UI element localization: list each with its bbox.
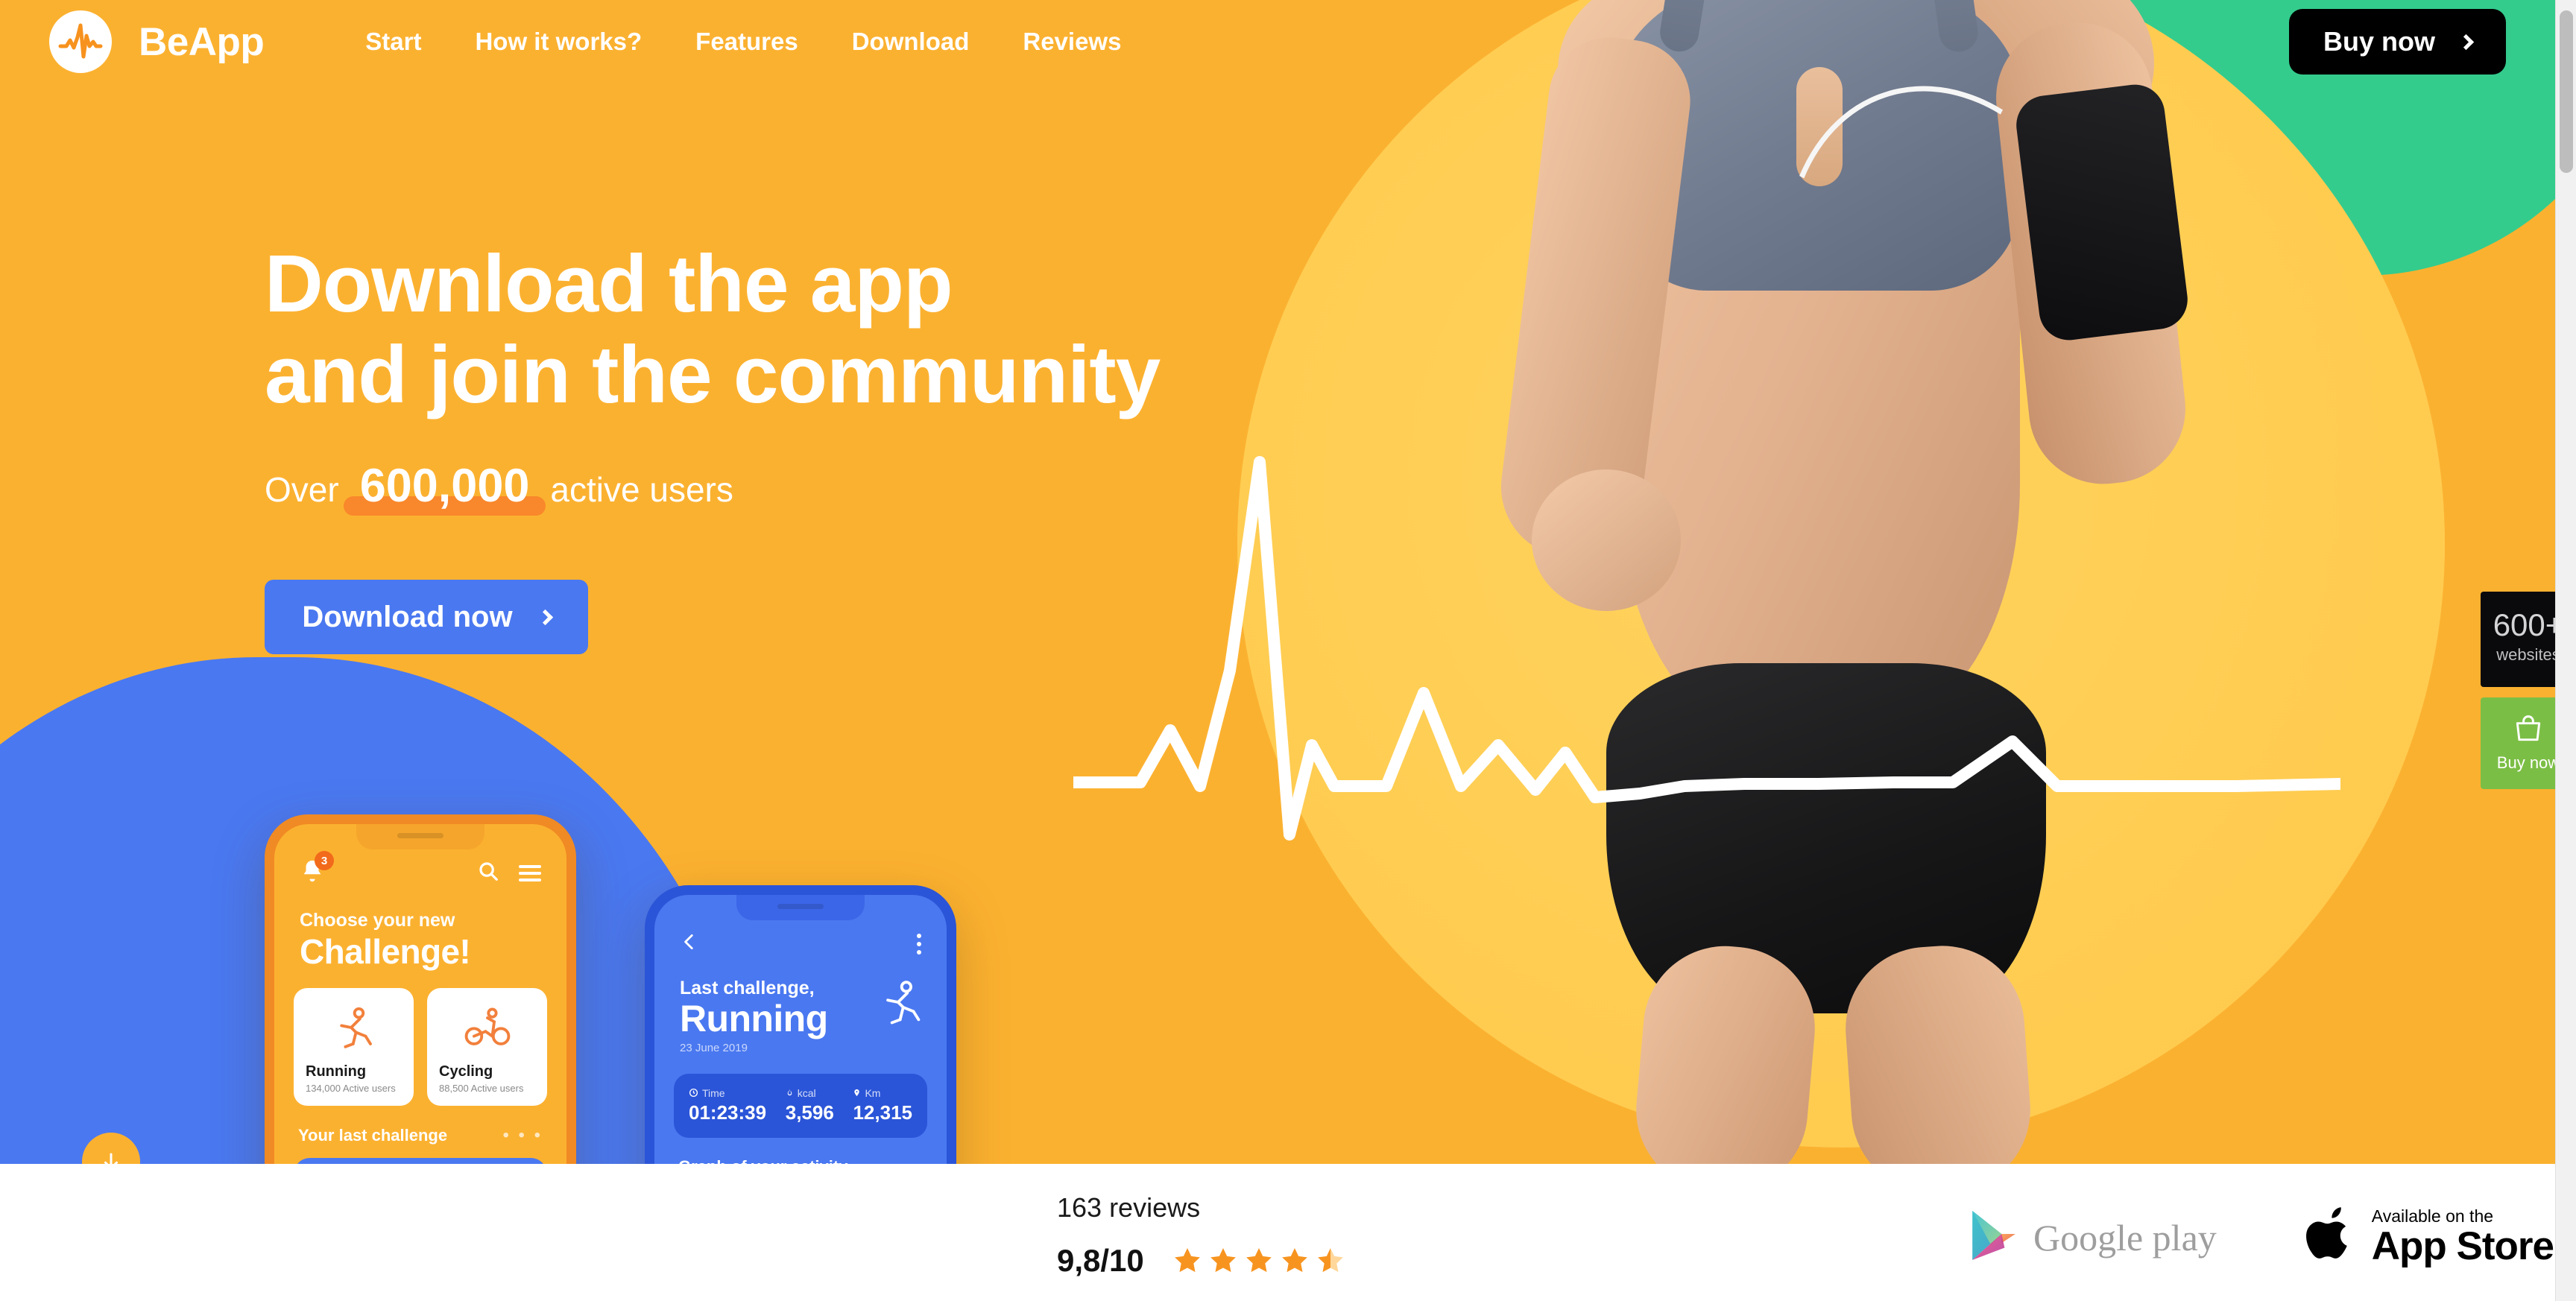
card-users: 134,000 Active users [306, 1083, 396, 1094]
blue-stat-kcal: kcal 3,596 [785, 1086, 834, 1124]
last-challenge-heading: Your last challenge [298, 1126, 448, 1145]
heartbeat-ecg-line [1073, 456, 2340, 841]
challenge-card-running[interactable]: Running 134,000 Active users [294, 988, 414, 1106]
blue-title-large: Running [680, 998, 828, 1039]
hero-sub-suffix: active users [550, 470, 733, 510]
star-icon [1210, 1248, 1236, 1273]
card-name: Cycling [439, 1063, 493, 1080]
reviews-summary: 163 reviews 9,8/10 [1057, 1192, 1345, 1279]
blue-stat-km: Km 12,315 [853, 1086, 912, 1124]
nav-links: Start How it works? Features Download Re… [338, 28, 1148, 56]
nav-item-download[interactable]: Download [825, 28, 997, 56]
review-count: 163 reviews [1057, 1192, 1201, 1223]
heartbeat-pulse-icon [49, 10, 112, 73]
browser-scrollbar[interactable] [2555, 0, 2576, 1301]
hero-section: BeApp Start How it works? Features Downl… [0, 0, 2555, 1164]
blue-stats-panel: Time 01:23:39 kcal 3,596 Km 12,315 [674, 1073, 927, 1138]
buy-now-label: Buy now [2323, 26, 2435, 57]
buy-now-button[interactable]: Buy now [2289, 9, 2506, 75]
card-users: 88,500 Active users [439, 1083, 524, 1094]
phone-notch [356, 824, 484, 849]
phone-notch [736, 895, 865, 920]
google-play-label: Google play [2033, 1216, 2217, 1259]
chevron-left-icon[interactable] [680, 929, 699, 958]
blue-title-small: Last challenge, [680, 978, 815, 998]
store-badges: Google play Available on the App Store [1971, 1206, 2554, 1269]
running-icon [877, 958, 947, 1031]
nav-item-reviews[interactable]: Reviews [996, 28, 1148, 56]
nav-item-start[interactable]: Start [338, 28, 448, 56]
landing-page: BeApp Start How it works? Features Downl… [0, 0, 2576, 1301]
hero-sub-prefix: Over [265, 470, 339, 510]
review-score: 9,8/10 [1057, 1243, 1144, 1278]
page-title: Download the app and join the community [265, 238, 1161, 421]
star-icon [1246, 1248, 1272, 1273]
google-play-icon [1971, 1209, 2017, 1265]
hero-user-count: 600,000 [343, 459, 546, 516]
chevron-right-icon [537, 609, 553, 625]
nav-item-features[interactable]: Features [669, 28, 825, 56]
brand-name: BeApp [139, 19, 265, 64]
challenge-card-cycling[interactable]: Cycling 88,500 Active users [427, 988, 547, 1106]
nav-item-how-it-works[interactable]: How it works? [448, 28, 669, 56]
vertical-dots-icon[interactable] [917, 930, 921, 958]
cycling-icon [464, 1004, 511, 1054]
app-store-line2: App Store [2371, 1224, 2554, 1268]
hero-copy: Download the app and join the community … [265, 238, 1161, 655]
card-name: Running [306, 1063, 367, 1080]
app-store-label: Available on the App Store [2371, 1206, 2554, 1268]
blue-stat-time: Time 01:23:39 [689, 1086, 767, 1124]
last-challenge-card[interactable]: Playing football 14 June 2019 Time 00:48… [294, 1158, 547, 1164]
download-now-button[interactable]: Download now [265, 580, 588, 655]
graph-title: Graph of your activity [654, 1138, 947, 1165]
running-icon [331, 1004, 377, 1054]
download-now-label: Download now [302, 600, 513, 633]
challenge-cards: Running 134,000 Active users Cycling 88,… [274, 972, 566, 1106]
phone-mockup-orange: 3 Choose your new Challenge! Running 134… [265, 814, 576, 1164]
google-play-badge[interactable]: Google play [1971, 1209, 2217, 1265]
brand-logo[interactable]: BeApp [49, 10, 265, 73]
notification-badge: 3 [315, 851, 334, 870]
top-navigation-bar: BeApp Start How it works? Features Downl… [0, 0, 2555, 83]
hamburger-menu-icon[interactable] [519, 861, 541, 885]
chevron-right-icon [2457, 34, 2475, 50]
apple-icon [2305, 1206, 2355, 1269]
star-rating [1172, 1246, 1345, 1276]
scrollbar-thumb[interactable] [2560, 10, 2573, 173]
phone-mockup-blue: Last challenge, Running 23 June 2019 Tim… [645, 885, 956, 1164]
blue-date: 23 June 2019 [680, 1041, 748, 1054]
app-store-badge[interactable]: Available on the App Store [2305, 1206, 2554, 1269]
orange-title-large: Challenge! [300, 932, 471, 971]
bell-icon[interactable]: 3 [300, 851, 334, 887]
search-icon[interactable] [477, 860, 499, 886]
shopping-bag-icon [2512, 715, 2545, 748]
app-store-line1: Available on the [2371, 1206, 2494, 1226]
star-icon [1281, 1248, 1307, 1273]
more-options-icon[interactable]: • • • [502, 1125, 543, 1146]
orange-title-small: Choose your new [300, 910, 455, 931]
hero-subheading: Over 600,000 active users [265, 459, 1160, 516]
star-icon [1317, 1248, 1343, 1273]
star-icon [1174, 1248, 1200, 1273]
